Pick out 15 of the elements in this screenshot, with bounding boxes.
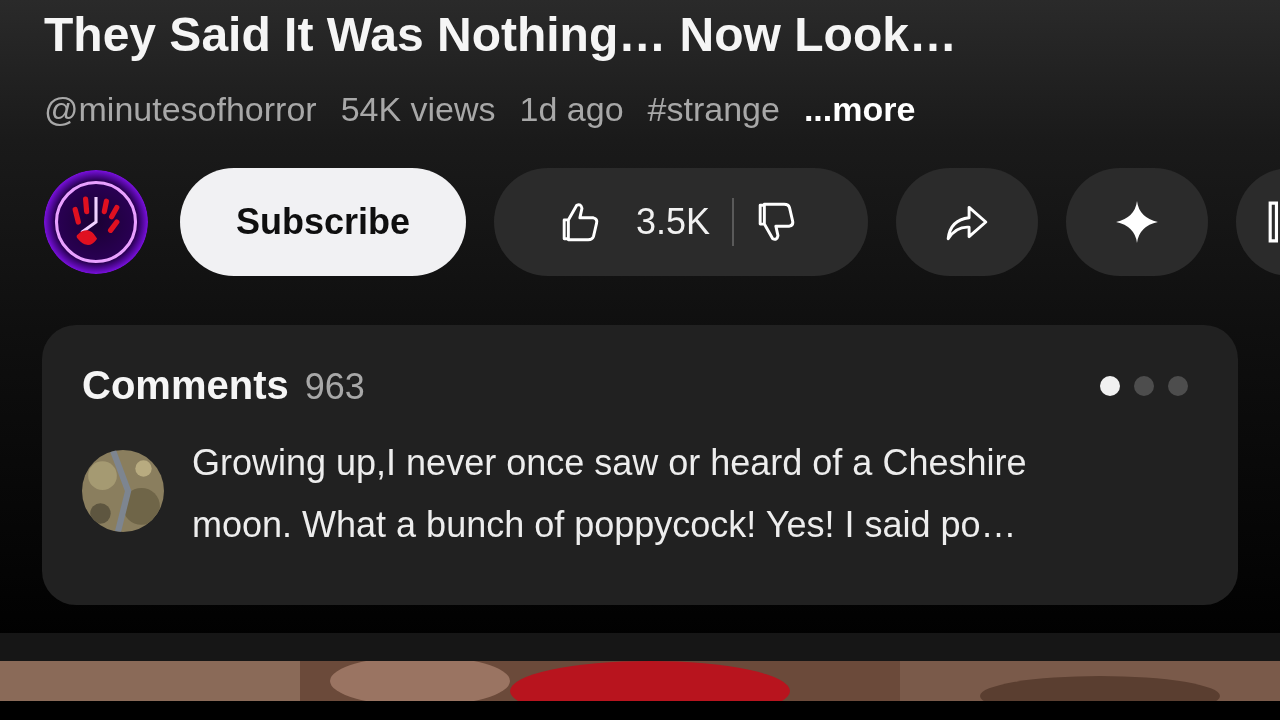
channel-handle[interactable]: @minutesofhorror: [44, 90, 317, 129]
view-count: 54K views: [340, 90, 496, 129]
page-dot[interactable]: [1134, 375, 1154, 396]
more-link[interactable]: ...more: [803, 90, 916, 129]
comments-heading: Comments: [82, 363, 289, 408]
hashtag-link[interactable]: #strange: [647, 90, 780, 129]
like-button[interactable]: 3.5K: [537, 199, 733, 245]
video-title: They Said It Was Nothing… Now Look…: [44, 7, 958, 63]
comment-count: 963: [304, 366, 365, 408]
page-dot[interactable]: [1100, 375, 1120, 396]
upload-age: 1d ago: [519, 90, 624, 129]
page-dot[interactable]: [1168, 375, 1188, 396]
comments-card[interactable]: Comments 963 Growing up,I never once saw or heard of a Cheshire moon. What a bunch of poppycock! Yes! I said po…: [42, 325, 1238, 605]
comment-text: Growing up,I never once saw or heard of a Cheshire moon. What a bunch of poppycock! Yes! I said po…: [192, 441, 1028, 547]
subscribe-button[interactable]: Subscribe: [180, 168, 466, 276]
